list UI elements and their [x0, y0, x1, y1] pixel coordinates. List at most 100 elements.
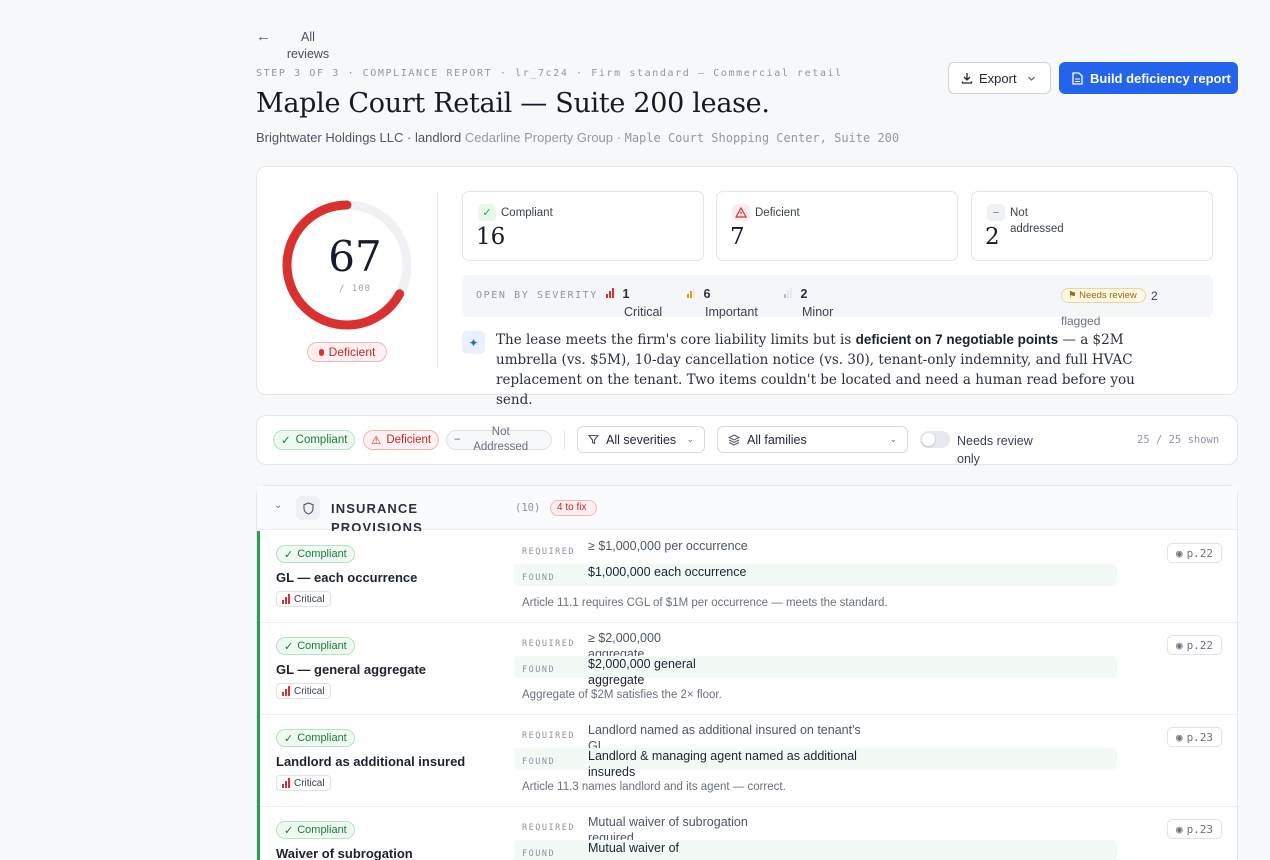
severity-minor: 2	[784, 287, 807, 301]
required-label: REQUIRED	[522, 731, 575, 741]
requirement-row[interactable]: ✓ Compliant Landlord as additional insure…	[257, 715, 1237, 807]
found-value: Landlord & managing agent named as addit…	[588, 749, 857, 779]
status-badge: ✓ Compliant	[276, 545, 355, 563]
needs-review-count: 2	[1151, 289, 1158, 303]
build-deficiency-report-button[interactable]: Build deficiency report	[1059, 62, 1238, 94]
filter-chip-deficient[interactable]: ⚠ Deficient	[363, 430, 440, 450]
eye-icon: ◉	[1175, 638, 1183, 652]
severity-badge: Critical	[276, 591, 331, 607]
shield-icon	[296, 496, 320, 520]
results-count: 25 / 25 shown	[1137, 434, 1220, 446]
signal-bars-icon	[606, 288, 614, 298]
severity-minor-label: Minor	[802, 305, 834, 319]
landlord-name: Cedarline Property Group	[464, 130, 614, 145]
status-bar	[257, 531, 260, 623]
section-count: (10)	[515, 502, 541, 514]
requirement-row[interactable]: ✓ Compliant GL — general aggregate Critic…	[257, 623, 1237, 715]
stat-not-addressed: − Not addressed 2	[971, 191, 1213, 261]
download-icon	[961, 73, 973, 84]
export-button[interactable]: Export	[948, 62, 1051, 94]
to-fix-badge: 4 to fix	[550, 500, 597, 516]
found-label: FOUND	[522, 665, 556, 675]
filter-chip-compliant[interactable]: ✓ Compliant	[273, 430, 356, 450]
stat-value: 2	[985, 224, 1000, 250]
ai-summary: The lease meets the firm's core liabilit…	[496, 332, 1135, 408]
needs-review-suffix: flagged	[1061, 314, 1101, 328]
found-value: $2,000,000 general aggregate	[588, 657, 696, 687]
status-bar	[257, 715, 260, 807]
signal-bars-icon	[282, 778, 290, 788]
severity-badge: Critical	[276, 683, 331, 699]
found-label: FOUND	[522, 757, 556, 767]
family-filter-select[interactable]: All families ⌄	[717, 426, 908, 453]
requirement-name: GL — each occurrence	[276, 570, 418, 585]
status-bar	[257, 623, 260, 715]
required-label: REQUIRED	[522, 639, 575, 649]
arrow-left-icon: ←	[256, 28, 271, 45]
found-value: $1,000,000 each occurrence	[588, 565, 747, 579]
check-icon: ✓	[281, 435, 291, 447]
property-address: Maple Court Shopping Center, Suite 200	[624, 131, 900, 145]
requirement-note: Aggregate of $2M satisfies the 2× floor.	[522, 689, 722, 701]
severity-heading: OPEN BY SEVERITY	[476, 290, 598, 301]
section-header[interactable]: ⌄ INSURANCE PROVISIONS (10) 4 to fix	[257, 486, 1237, 535]
page-reference-button[interactable]: ◉ p.23	[1167, 819, 1222, 839]
flag-icon: ⚑	[1068, 290, 1077, 301]
severity-critical: 1	[606, 287, 629, 301]
build-deficiency-report-label: Build deficiency report	[1090, 70, 1231, 86]
stat-value: 7	[730, 224, 745, 250]
filter-chip-not-addressed[interactable]: − Not Addressed	[446, 426, 552, 453]
check-icon: ✓	[284, 640, 294, 653]
status-dot-icon	[318, 348, 324, 356]
filter-icon	[588, 434, 599, 445]
requirement-row[interactable]: ✓ Compliant Waiver of subrogation REQUIRE…	[257, 807, 1237, 860]
eye-icon: ◉	[1175, 546, 1183, 560]
chevron-down-icon: ⌄	[686, 434, 694, 444]
score-status-badge: Deficient	[307, 342, 387, 362]
eye-icon: ◉	[1175, 822, 1183, 836]
score-value: 67	[328, 232, 382, 281]
chevron-down-icon[interactable]: ⌄	[274, 500, 282, 511]
page-reference-button[interactable]: ◉ p.22	[1167, 543, 1222, 563]
check-icon: ✓	[284, 732, 294, 745]
minus-icon: −	[454, 434, 461, 446]
signal-bars-icon	[784, 288, 792, 298]
signal-bars-icon	[687, 288, 695, 298]
score-max: / 100	[338, 284, 372, 294]
stat-deficient: Deficient 7	[716, 191, 958, 261]
back-link[interactable]: ← All reviews	[256, 28, 336, 64]
required-value: ≥ $1,000,000 per occurrence	[588, 539, 748, 553]
found-label: FOUND	[522, 573, 556, 583]
requirement-row[interactable]: ✓ Compliant GL — each occurrence Critical…	[257, 531, 1237, 623]
minus-icon: −	[987, 204, 1005, 221]
warning-icon: ⚠	[371, 435, 382, 447]
page-reference-button[interactable]: ◉ p.23	[1167, 727, 1222, 747]
found-label: FOUND	[522, 849, 556, 859]
back-link-label: All reviews	[286, 30, 330, 61]
severity-important: 6	[687, 287, 710, 301]
signal-bars-icon	[282, 686, 290, 696]
stat-label: Deficient	[755, 207, 800, 219]
stat-label: Compliant	[501, 207, 553, 219]
export-button-label: Export	[979, 70, 1017, 86]
severity-badge: Critical	[276, 775, 331, 791]
required-label: REQUIRED	[522, 823, 575, 833]
signal-bars-icon	[282, 594, 290, 604]
chevron-down-icon	[1027, 76, 1035, 81]
sparkle-icon: ✦	[462, 331, 485, 354]
document-icon	[1072, 71, 1083, 85]
needs-review-toggle[interactable]	[920, 431, 950, 448]
party-role: landlord	[414, 130, 462, 145]
severity-filter-select[interactable]: All severities ⌄	[577, 426, 705, 453]
requirement-name: Landlord as additional insured	[276, 754, 466, 769]
check-icon: ✓	[478, 204, 496, 221]
divider	[437, 191, 438, 369]
chevron-down-icon: ⌄	[889, 434, 897, 444]
page-subtitle: Brightwater Holdings LLC · landlord Ceda…	[256, 130, 900, 145]
needs-review-toggle-label: Needs review only	[957, 434, 1033, 466]
found-value: Mutual waiver of	[588, 841, 680, 855]
status-badge: ✓ Compliant	[276, 637, 355, 655]
requirement-name: Waiver of subrogation	[276, 846, 413, 860]
severity-critical-label: Critical	[624, 305, 663, 319]
page-reference-button[interactable]: ◉ p.22	[1167, 635, 1222, 655]
